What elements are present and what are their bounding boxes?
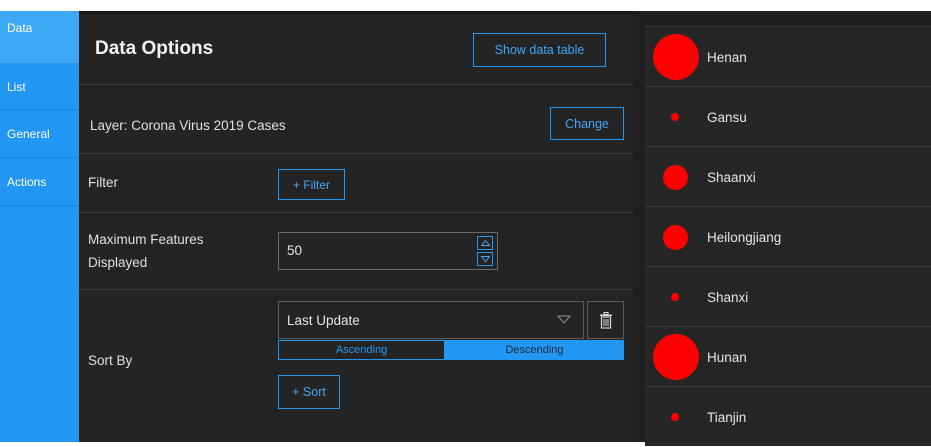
tab-general-label: General <box>7 126 50 141</box>
divider <box>79 212 633 213</box>
max-features-label-line1: Maximum Features <box>88 232 204 247</box>
list-item-label: Tianjin <box>707 409 747 425</box>
medium-marker-icon <box>663 225 688 250</box>
caret-up-icon <box>480 240 490 246</box>
list-item[interactable]: Gansu <box>645 86 931 146</box>
small-marker-icon <box>671 413 679 421</box>
caret-down-icon <box>480 256 490 262</box>
divider <box>79 84 633 85</box>
sort-field-select[interactable]: Last Update <box>278 301 584 339</box>
list-item-label: Hunan <box>707 349 747 365</box>
tab-bar: Data List General Actions <box>0 11 79 442</box>
tab-general[interactable]: General <box>0 110 79 158</box>
data-options-panel: Data Options Show data table Layer: Coro… <box>79 14 633 442</box>
layer-label: Layer: Corona Virus 2019 Cases <box>90 118 286 133</box>
list-item[interactable]: Hunan <box>645 326 931 386</box>
feature-list-panel: Henan Gansu Shaanxi Heilongjiang Shanxi … <box>633 11 931 446</box>
list-item[interactable]: Shaanxi <box>645 146 931 206</box>
tab-data-label: Data <box>7 21 33 35</box>
list-item[interactable]: Henan <box>645 26 931 86</box>
medium-marker-icon <box>663 165 688 190</box>
sort-by-label: Sort By <box>88 353 133 368</box>
list-item-label: Henan <box>707 49 747 65</box>
feature-list: Henan Gansu Shaanxi Heilongjiang Shanxi … <box>645 26 931 446</box>
small-marker-icon <box>671 113 679 121</box>
trash-icon <box>599 311 612 329</box>
filter-label: Filter <box>88 175 118 190</box>
spin-down-button[interactable] <box>477 252 493 266</box>
sort-descending-toggle[interactable]: Descending <box>445 340 624 360</box>
max-features-label-line2: Displayed <box>88 255 148 270</box>
remove-sort-button[interactable] <box>587 301 624 339</box>
small-marker-icon <box>671 293 679 301</box>
list-item[interactable]: Heilongjiang <box>645 206 931 266</box>
max-features-value: 50 <box>287 243 303 258</box>
add-sort-button[interactable]: + Sort <box>278 375 340 409</box>
list-item[interactable]: Tianjin <box>645 386 931 446</box>
tab-data[interactable]: Data <box>0 11 79 64</box>
spin-up-button[interactable] <box>477 236 493 250</box>
tab-list-label: List <box>7 80 26 94</box>
list-item-label: Shaanxi <box>707 169 756 185</box>
show-data-table-button[interactable]: Show data table <box>473 33 606 67</box>
large-marker-icon <box>653 34 699 80</box>
list-item[interactable]: Shanxi <box>645 266 931 326</box>
top-strip <box>0 0 931 11</box>
tab-actions-label: Actions <box>7 174 47 189</box>
add-filter-button[interactable]: + Filter <box>278 169 345 200</box>
page-title: Data Options <box>95 38 214 59</box>
max-features-input[interactable]: 50 <box>278 232 498 270</box>
divider <box>79 289 633 290</box>
list-item-label: Heilongjiang <box>707 229 782 245</box>
tab-actions[interactable]: Actions <box>0 158 79 206</box>
change-layer-button[interactable]: Change <box>550 107 624 140</box>
divider <box>79 153 633 154</box>
sort-field-value: Last Update <box>287 313 360 328</box>
large-marker-icon <box>653 334 699 380</box>
tab-list[interactable]: List <box>0 64 79 110</box>
sort-ascending-toggle[interactable]: Ascending <box>278 340 445 360</box>
list-item-label: Shanxi <box>707 289 749 305</box>
chevron-down-icon <box>557 315 571 324</box>
list-item-label: Gansu <box>707 109 747 125</box>
